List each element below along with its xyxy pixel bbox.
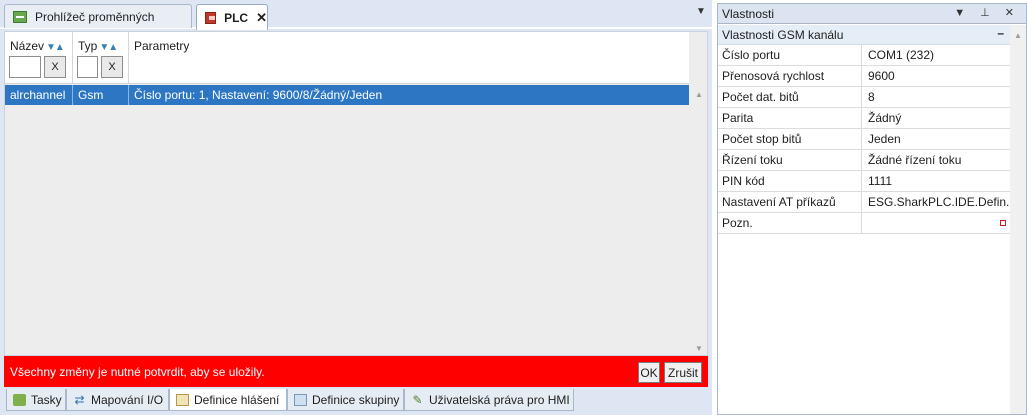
property-key: Nastavení AT příkazů [718, 192, 862, 213]
property-key: Číslo portu [718, 45, 862, 66]
tasks-icon [13, 393, 26, 406]
tab-tasks[interactable]: Tasky [6, 389, 66, 411]
property-key: Pozn. [718, 213, 862, 234]
property-row[interactable]: Přenosová rychlost 9600 [718, 66, 1010, 87]
cell-name: alrchannel [5, 85, 73, 105]
unsaved-changes-bar: Všechny změny je nutné potvrdit, aby se … [4, 356, 708, 387]
property-row[interactable]: Počet dat. bitů 8 [718, 87, 1010, 108]
column-type-label: Typ [78, 39, 98, 53]
ok-button[interactable]: OK [638, 362, 660, 383]
mapping-icon: ⇄ [74, 392, 85, 407]
tab-plc[interactable]: PLC ✕ [196, 4, 268, 30]
scroll-up-icon[interactable]: ▲ [1014, 31, 1022, 40]
channel-grid: Název ▼▲ X Typ ▼▲ X Parametry alrchannel G… [4, 31, 708, 356]
tab-io-mapping[interactable]: ⇄ Mapování I/O [66, 389, 169, 411]
property-value[interactable] [863, 213, 1010, 234]
tab-label: Mapování I/O [91, 392, 164, 407]
sort-arrows-icon[interactable]: ▼▲ [46, 42, 65, 53]
property-row[interactable]: Počet stop bitů Jeden [718, 129, 1010, 150]
type-filter-input[interactable] [77, 56, 98, 78]
properties-scrollbar[interactable]: ▲ [1010, 25, 1026, 414]
collapse-icon[interactable]: – [997, 26, 1004, 40]
tab-label: Uživatelská práva pro HMI [429, 392, 570, 407]
sort-arrows-icon[interactable]: ▼▲ [99, 42, 118, 53]
name-filter-clear-button[interactable]: X [44, 56, 66, 78]
table-row[interactable]: alrchannel Gsm Číslo portu: 1, Nastavení… [5, 85, 689, 105]
property-key: Přenosová rychlost [718, 66, 862, 87]
properties-title-bar: Vlastnosti ▼ ⊥ ✕ [718, 4, 1026, 24]
tab-group-definitions[interactable]: Definice skupiny [287, 389, 404, 411]
document-panel: Prohlížeč proměnných PLC ✕ ▼ Název ▼▲ X T… [0, 0, 712, 415]
column-name[interactable]: Název ▼▲ X [5, 32, 73, 84]
category-label: Vlastnosti GSM kanálu [722, 28, 844, 42]
property-value[interactable]: 8 [863, 87, 1010, 108]
property-value[interactable]: Žádné řízení toku [863, 150, 1010, 171]
note-edit-icon[interactable] [1000, 220, 1006, 226]
tab-label: Tasky [31, 392, 62, 407]
property-key: PIN kód [718, 171, 862, 192]
scroll-up-icon[interactable]: ▲ [695, 90, 703, 99]
column-parameters[interactable]: Parametry [129, 32, 689, 84]
type-filter-clear-button[interactable]: X [101, 56, 123, 78]
property-key: Počet dat. bitů [718, 87, 862, 108]
tab-label: Prohlížeč proměnných [35, 9, 155, 24]
user-icon: ✎ [412, 392, 423, 407]
property-key: Řízení toku [718, 150, 862, 171]
column-name-label: Název [10, 39, 45, 53]
property-value[interactable]: 9600 [863, 66, 1010, 87]
property-grid: Číslo portu COM1 (232) Přenosová rychlos… [718, 45, 1010, 234]
property-row[interactable]: Nastavení AT příkazů ESG.SharkPLC.IDE.De… [718, 192, 1010, 213]
property-row[interactable]: Řízení toku Žádné řízení toku [718, 150, 1010, 171]
tab-variable-browser[interactable]: Prohlížeč proměnných [4, 4, 192, 28]
grid-icon [13, 10, 27, 23]
bottom-tab-strip: Tasky ⇄ Mapování I/O Definice hlášení De… [0, 389, 712, 415]
property-key: Parita [718, 108, 862, 129]
property-value[interactable]: COM1 (232) [863, 45, 1010, 66]
tab-label: Definice skupiny [312, 392, 400, 407]
panel-controls-icon[interactable]: ▼ ⊥ ✕ [954, 6, 1020, 19]
property-row[interactable]: PIN kód 1111 [718, 171, 1010, 192]
properties-title: Vlastnosti [722, 7, 775, 21]
grid-header: Název ▼▲ X Typ ▼▲ X Parametry [5, 32, 689, 84]
name-filter-input[interactable] [9, 56, 41, 78]
property-row[interactable]: Číslo portu COM1 (232) [718, 45, 1010, 66]
property-row[interactable]: Parita Žádný [718, 108, 1010, 129]
property-value[interactable]: Žádný [863, 108, 1010, 129]
grid-scrollbar[interactable]: ▲ ▼ [691, 32, 707, 355]
tab-label: Definice hlášení [194, 392, 280, 407]
plc-icon [205, 11, 217, 24]
property-value[interactable]: 1111 [863, 171, 1010, 192]
property-key: Počet stop bitů [718, 129, 862, 150]
column-parameters-label: Parametry [134, 39, 190, 53]
group-icon [294, 393, 307, 406]
close-icon[interactable]: ✕ [256, 10, 267, 26]
cell-parameters: Číslo portu: 1, Nastavení: 9600/8/Žádný/… [134, 88, 383, 102]
properties-panel: Vlastnosti ▼ ⊥ ✕ Vlastnosti GSM kanálu –… [717, 3, 1027, 415]
unsaved-changes-message: Všechny změny je nutné potvrdit, aby se … [10, 365, 265, 379]
tab-label: PLC [224, 10, 249, 25]
scroll-down-icon[interactable]: ▼ [695, 344, 703, 353]
property-row[interactable]: Pozn. [718, 213, 1010, 234]
tab-hmi-user-rights[interactable]: ✎ Uživatelská práva pro HMI [404, 389, 574, 411]
property-value[interactable]: Jeden [863, 129, 1010, 150]
property-value[interactable]: ESG.SharkPLC.IDE.Defin... [863, 192, 1010, 213]
properties-category[interactable]: Vlastnosti GSM kanálu – [718, 25, 1010, 45]
tab-message-definitions[interactable]: Definice hlášení [169, 389, 287, 411]
document-tab-strip: Prohlížeč proměnných PLC ✕ ▼ [0, 0, 712, 30]
tab-list-dropdown-icon[interactable]: ▼ [694, 6, 708, 22]
column-type[interactable]: Typ ▼▲ X [73, 32, 129, 84]
cancel-button[interactable]: Zrušit [664, 362, 702, 383]
cell-type: Gsm [73, 85, 129, 105]
mail-icon [176, 393, 189, 406]
